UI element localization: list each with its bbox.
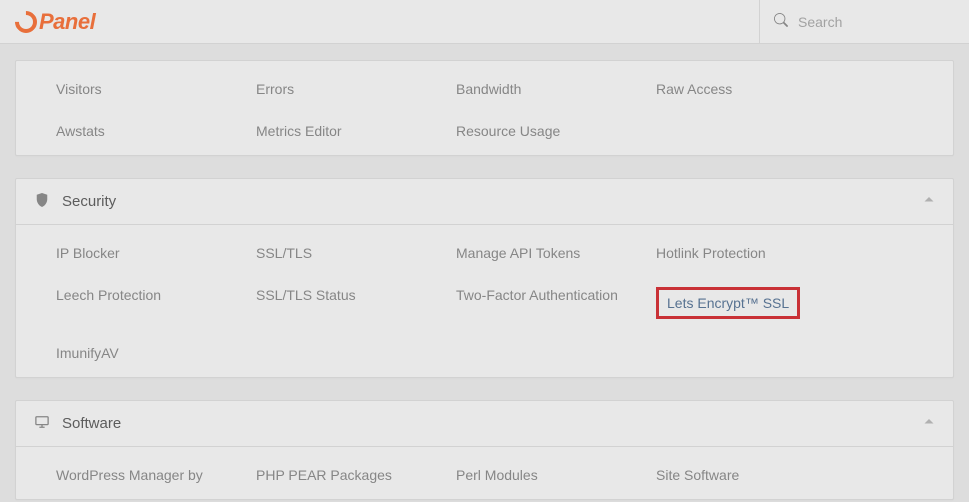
content: Visitors Errors Bandwidth Raw Access Aws… xyxy=(0,60,969,500)
item-metrics-editor[interactable]: Metrics Editor xyxy=(256,123,456,139)
chevron-up-icon[interactable] xyxy=(923,194,935,209)
item-bandwidth[interactable]: Bandwidth xyxy=(456,81,656,97)
panel-title-security: Security xyxy=(62,193,116,210)
software-grid: WordPress Manager by PHP PEAR Packages P… xyxy=(56,467,935,483)
chevron-up-icon[interactable] xyxy=(923,416,935,431)
item-lets-encrypt[interactable]: Lets Encrypt™ SSL xyxy=(656,287,800,319)
panel-metrics: Visitors Errors Bandwidth Raw Access Aws… xyxy=(15,60,954,156)
panel-software: Software WordPress Manager by PHP PEAR P… xyxy=(15,400,954,500)
item-ssl-tls[interactable]: SSL/TLS xyxy=(256,245,456,261)
item-manage-api-tokens[interactable]: Manage API Tokens xyxy=(456,245,656,261)
logo[interactable]: Panel xyxy=(15,9,95,35)
item-awstats[interactable]: Awstats xyxy=(56,123,256,139)
item-imunifyav[interactable]: ImunifyAV xyxy=(56,345,256,361)
item-ssl-tls-status[interactable]: SSL/TLS Status xyxy=(256,287,456,319)
topbar: Panel xyxy=(0,0,969,44)
security-grid: IP Blocker SSL/TLS Manage API Tokens Hot… xyxy=(56,245,935,361)
item-errors[interactable]: Errors xyxy=(256,81,456,97)
panel-header-software[interactable]: Software xyxy=(16,401,953,447)
item-wordpress-manager[interactable]: WordPress Manager by xyxy=(56,467,256,483)
item-resource-usage[interactable]: Resource Usage xyxy=(456,123,656,139)
panel-body-metrics: Visitors Errors Bandwidth Raw Access Aws… xyxy=(16,61,953,155)
item-php-pear[interactable]: PHP PEAR Packages xyxy=(256,467,456,483)
item-hotlink-protection[interactable]: Hotlink Protection xyxy=(656,245,856,261)
shield-icon xyxy=(34,193,50,210)
panel-header-security[interactable]: Security xyxy=(16,179,953,225)
monitor-icon xyxy=(34,415,50,432)
logo-icon xyxy=(10,6,41,37)
panel-title-software: Software xyxy=(62,415,121,432)
item-leech-protection[interactable]: Leech Protection xyxy=(56,287,256,319)
item-two-factor-auth[interactable]: Two-Factor Authentication xyxy=(456,287,656,319)
item-visitors[interactable]: Visitors xyxy=(56,81,256,97)
item-ip-blocker[interactable]: IP Blocker xyxy=(56,245,256,261)
panel-body-software: WordPress Manager by PHP PEAR Packages P… xyxy=(16,447,953,499)
logo-text: Panel xyxy=(39,9,95,35)
search-icon xyxy=(774,13,788,30)
item-raw-access[interactable]: Raw Access xyxy=(656,81,856,97)
item-site-software[interactable]: Site Software xyxy=(656,467,856,483)
search-container xyxy=(759,0,969,43)
metrics-grid: Visitors Errors Bandwidth Raw Access Aws… xyxy=(56,81,935,139)
panel-body-security: IP Blocker SSL/TLS Manage API Tokens Hot… xyxy=(16,225,953,377)
panel-security: Security IP Blocker SSL/TLS Manage API T… xyxy=(15,178,954,378)
item-perl-modules[interactable]: Perl Modules xyxy=(456,467,656,483)
search-input[interactable] xyxy=(798,14,959,30)
